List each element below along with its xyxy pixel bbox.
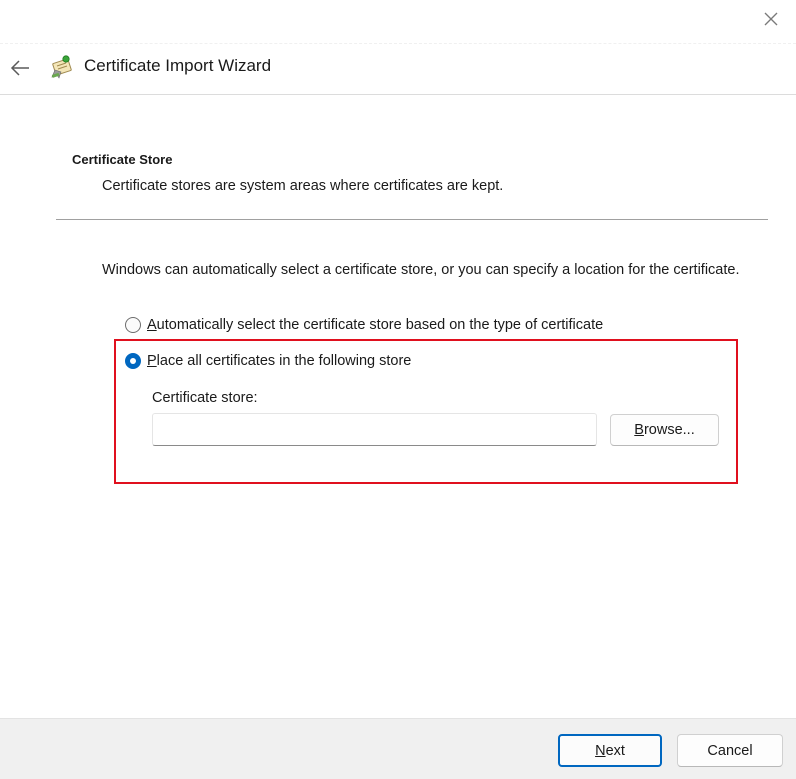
back-button[interactable]	[8, 56, 32, 80]
section-title: Certificate Store	[72, 152, 173, 167]
section-description: Certificate stores are system areas wher…	[102, 178, 504, 194]
cancel-button[interactable]: Cancel	[677, 734, 783, 767]
auto-select-radio[interactable]	[125, 317, 141, 333]
wizard-header: Certificate Import Wizard	[0, 44, 796, 95]
browse-button[interactable]: Browse...	[610, 414, 719, 446]
certificate-import-wizard-window: Certificate Import Wizard Certificate St…	[0, 0, 796, 779]
section-divider	[56, 219, 768, 220]
place-in-store-radio[interactable]	[125, 353, 141, 369]
intro-text: Windows can automatically select a certi…	[102, 262, 740, 278]
wizard-title: Certificate Import Wizard	[84, 56, 272, 75]
wizard-footer: Next Cancel	[0, 718, 796, 779]
place-in-store-label: Place all certificates in the following …	[147, 353, 412, 369]
close-button[interactable]	[760, 8, 782, 30]
certificate-store-input[interactable]	[152, 413, 597, 446]
back-arrow-icon	[10, 60, 29, 76]
place-in-store-option[interactable]: Place all certificates in the following …	[125, 353, 411, 369]
close-icon	[764, 12, 778, 26]
certificate-store-label: Certificate store:	[152, 390, 258, 406]
auto-select-store-option[interactable]: Automatically select the certificate sto…	[125, 317, 603, 333]
browse-button-label: Browse...	[634, 422, 695, 438]
next-button-label: Next	[595, 742, 625, 759]
next-button[interactable]: Next	[558, 734, 662, 767]
auto-select-label: Automatically select the certificate sto…	[147, 317, 604, 333]
certificate-wizard-icon	[50, 53, 76, 79]
